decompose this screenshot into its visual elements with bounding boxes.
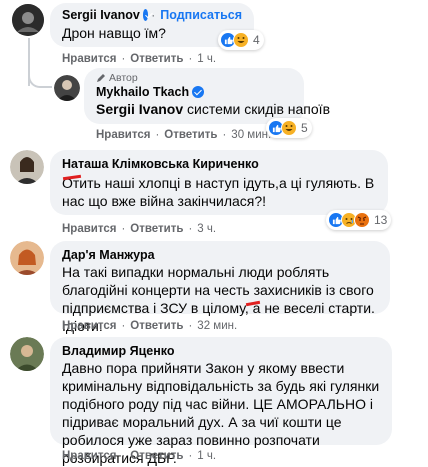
comment-author[interactable]: Наташа Клімковська Кириченко [62,157,376,171]
reaction-summary[interactable]: 13 [326,210,392,230]
like-button[interactable]: Нравится [62,223,116,235]
like-button[interactable]: Нравится [62,53,116,65]
angry-icon [354,212,370,228]
comment-actions: Нравится · Ответить · 30 мин. [96,129,272,141]
avatar[interactable] [12,4,44,36]
reply-button[interactable]: Ответить [130,223,183,235]
thread-connector-curve [28,70,52,88]
reaction-summary[interactable]: 4 [218,30,264,50]
reaction-count: 13 [374,213,388,227]
verified-icon [142,9,149,21]
avatar[interactable] [10,337,44,371]
comment-bubble: Дар'я Манжура На такі випадки нормальні … [50,241,390,334]
haha-icon [281,120,297,136]
comment-time[interactable]: 30 мин. [231,129,271,141]
comment-bubble: Владимир Яценко Давно пора прийняти Зако… [50,337,392,466]
comment-text: Отить наші хлопці в наступ ідуть,а ці гу… [62,175,375,209]
like-button[interactable]: Нравится [62,320,116,332]
avatar[interactable] [10,241,44,275]
reply-button[interactable]: Ответить [130,320,183,332]
reply-button[interactable]: Ответить [164,129,217,141]
comment-actions: Нравится · Ответить · 1 ч. [62,450,217,462]
comment-text: Sergii Ivanov системи скидів напоїв [96,100,330,118]
reaction-count: 4 [253,33,260,47]
comment-time[interactable]: 32 мин. [197,320,237,332]
pen-icon [97,74,105,82]
reply-button[interactable]: Ответить [130,450,183,462]
comment-author[interactable]: Mykhailo Tkach [96,85,189,99]
comment-text: Дрон навщо їм? [62,25,166,41]
comment-actions: Нравится · Ответить · 32 мин. [62,320,238,332]
author-badge: Автор [96,72,292,84]
reply-button[interactable]: Ответить [130,53,183,65]
comment-actions: Нравится · Ответить · 3 ч. [62,223,217,235]
comment-time[interactable]: 3 ч. [197,223,216,235]
reply-text: системи скидів напоїв [183,101,331,117]
reaction-summary[interactable]: 5 [266,118,312,138]
like-button[interactable]: Нравится [96,129,150,141]
comment-time[interactable]: 1 ч. [197,450,216,462]
follow-button[interactable]: Подписаться [160,8,242,22]
comment-bubble: Автор Mykhailo Tkach Sergii Ivanov систе… [84,68,330,124]
like-button[interactable]: Нравится [62,450,116,462]
separator-dot: · [151,8,156,22]
comment-bubble: Наташа Клімковська Кириченко Отить наші … [50,150,388,215]
avatar[interactable] [54,75,80,101]
comment-author[interactable]: Владимир Яценко [62,344,380,358]
reaction-count: 5 [301,121,308,135]
comment-actions: Нравится · Ответить · 1 ч. [62,53,217,65]
mention-link[interactable]: Sergii Ivanov [96,101,183,117]
comment-author[interactable]: Дар'я Манжура [62,248,378,262]
verified-icon [192,86,205,98]
author-badge-label: Автор [109,72,138,84]
comment-author[interactable]: Sergii Ivanov [62,8,140,22]
avatar[interactable] [10,150,44,184]
haha-icon [233,32,249,48]
comment-time[interactable]: 1 ч. [197,53,216,65]
